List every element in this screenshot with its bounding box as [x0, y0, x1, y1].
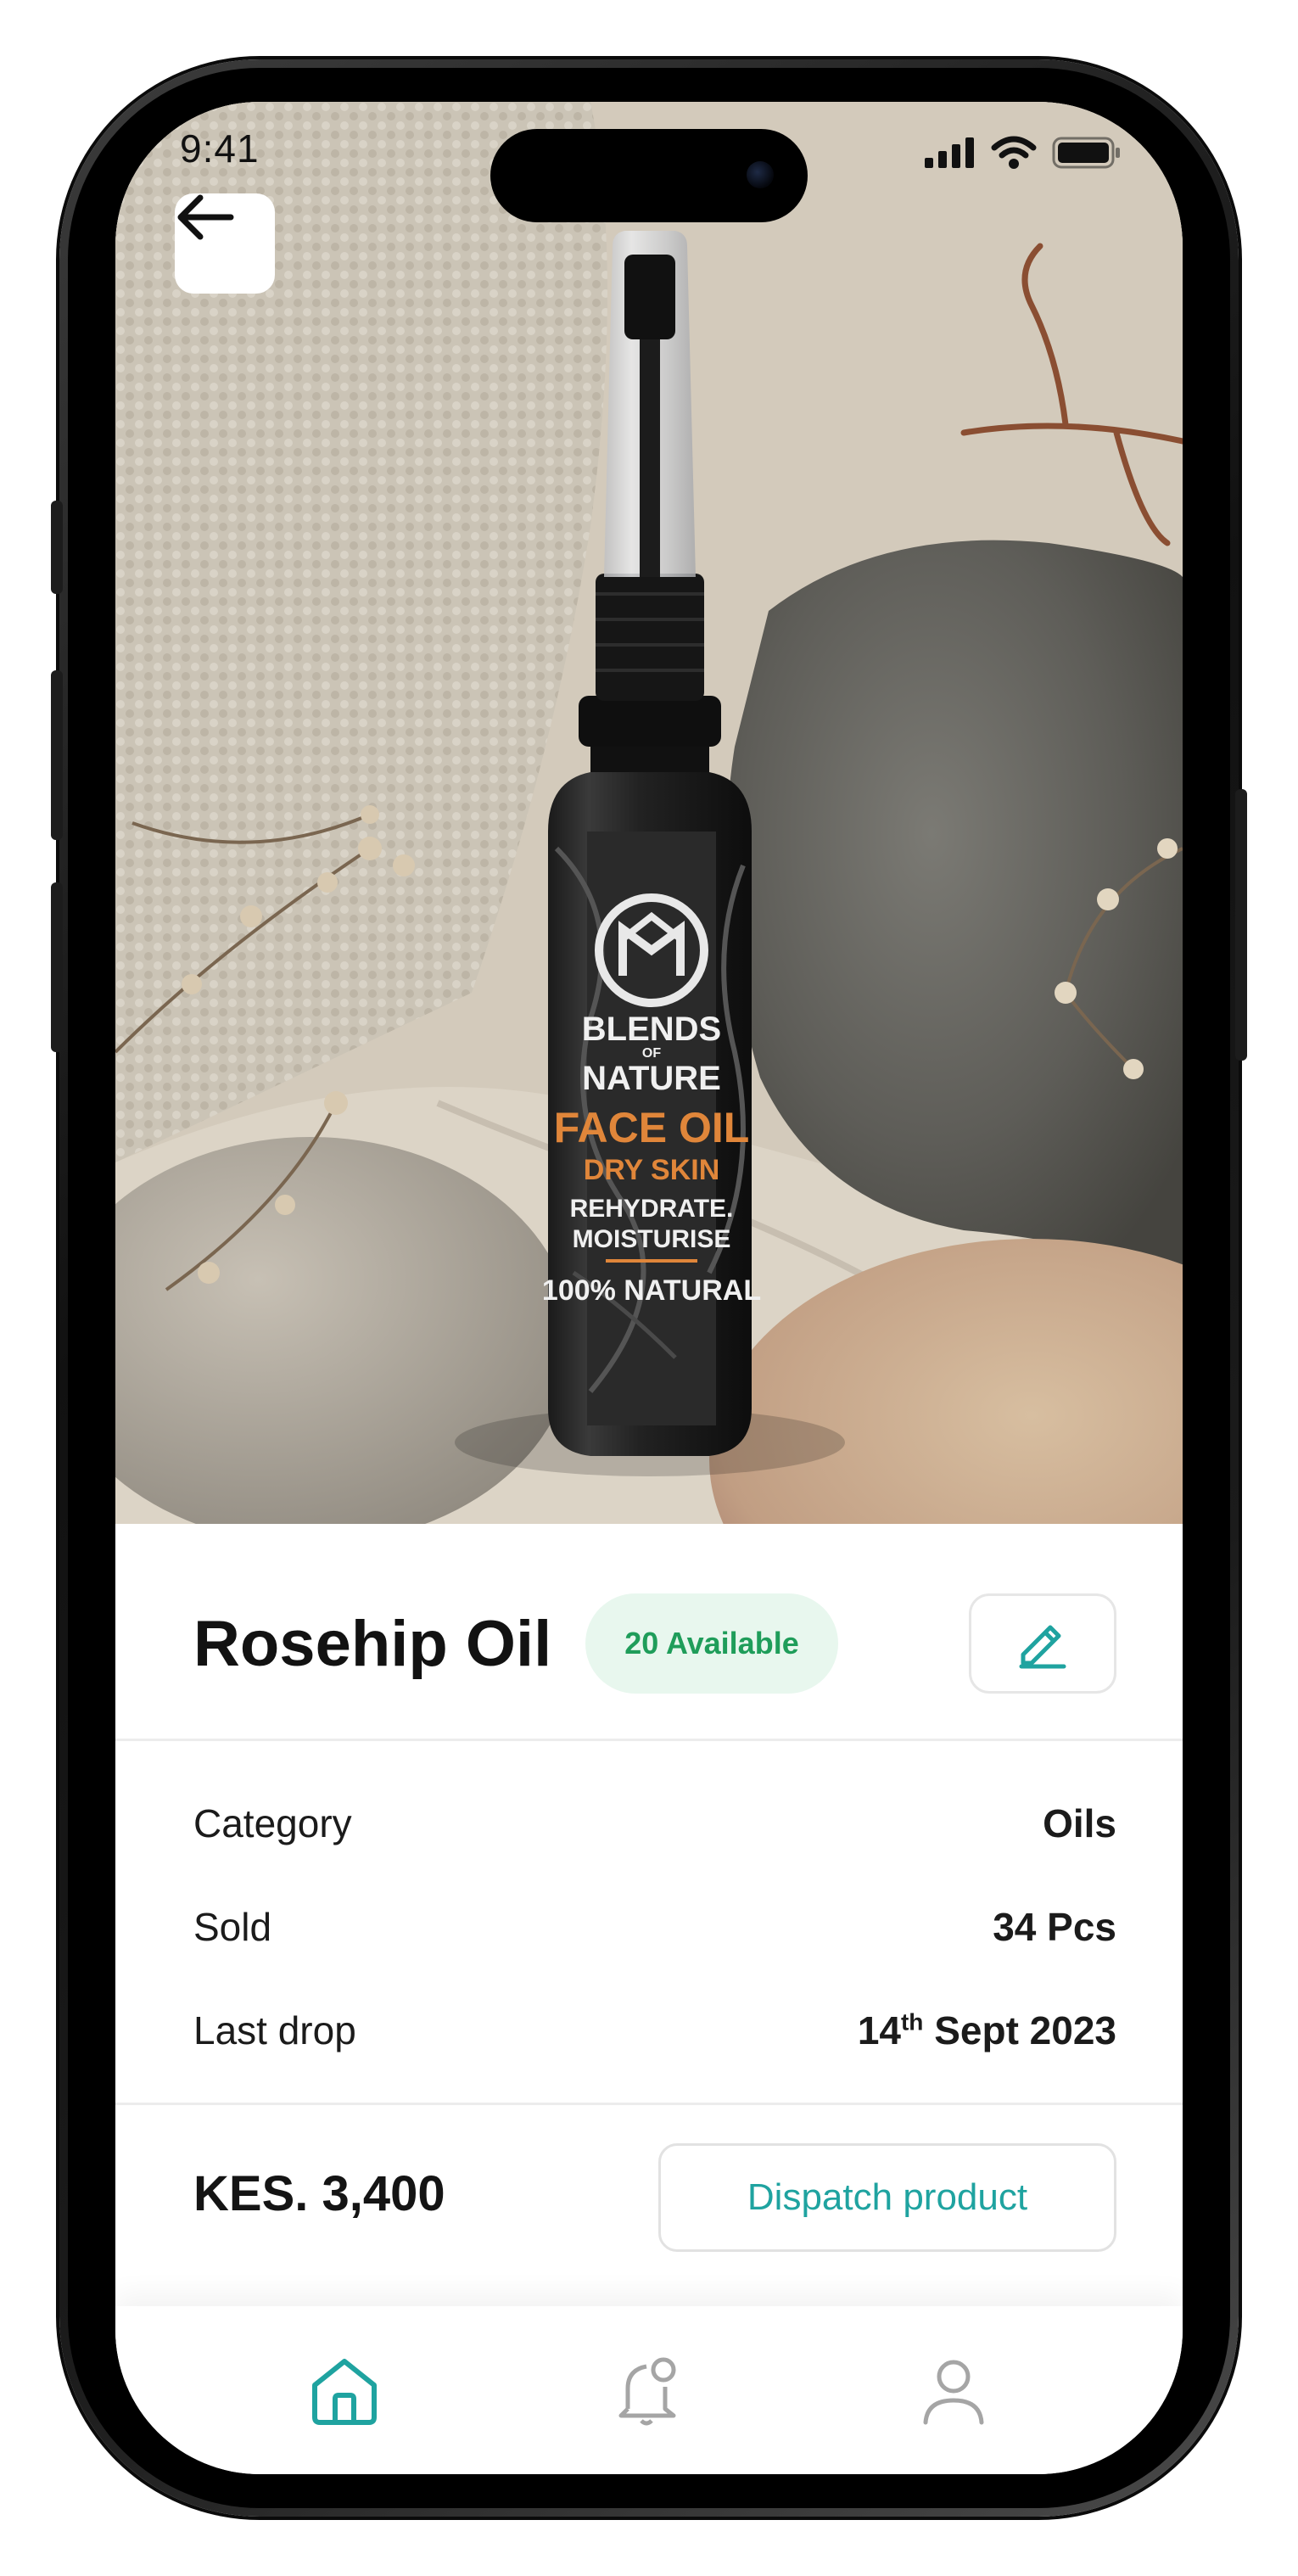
back-button[interactable]: [175, 193, 275, 294]
volume-down-button: [51, 882, 63, 1052]
detail-label: Last drop: [193, 2008, 356, 2052]
detail-row-category: Category Oils: [193, 1775, 1116, 1879]
label-claim: 100% NATURAL: [542, 1274, 761, 1307]
product-hero-image: BLENDS OF NATURE FACE OIL DRY SKIN REHYD…: [115, 102, 1183, 1524]
product-title: Rosehip Oil: [193, 1608, 552, 1680]
label-product-line: FACE OIL: [554, 1104, 750, 1151]
detail-value: 34 Pcs: [993, 1905, 1116, 1949]
last-drop-day-suffix: th: [900, 2008, 924, 2036]
battery-icon: [1052, 137, 1120, 169]
label-brand-bottom: NATURE: [582, 1060, 721, 1097]
detail-value: Oils: [1043, 1801, 1116, 1845]
dispatch-product-button[interactable]: Dispatch product: [658, 2143, 1116, 2252]
nav-profile[interactable]: [903, 2340, 1004, 2442]
wifi-icon: [991, 136, 1037, 169]
nav-notifications[interactable]: [598, 2340, 700, 2442]
detail-label: Category: [193, 1801, 352, 1845]
cellular-signal-icon: [925, 137, 974, 168]
last-drop-month-year: Sept 2023: [923, 2008, 1116, 2052]
silent-switch: [51, 501, 63, 594]
last-drop-day: 14: [857, 2008, 901, 2052]
product-price: KES. 3,400: [193, 2166, 445, 2221]
dynamic-island: [490, 129, 808, 222]
volume-up-button: [51, 670, 63, 840]
home-icon: [312, 2359, 377, 2425]
availability-badge: 20 Available: [585, 1593, 838, 1694]
product-details-list: Category Oils Sold 34 Pcs Last drop 14th…: [193, 1741, 1116, 2086]
detail-row-sold: Sold 34 Pcs: [193, 1879, 1116, 1982]
label-benefit-1: REHYDRATE.: [570, 1195, 734, 1223]
product-header: Rosehip Oil 20 Available: [115, 1524, 1183, 1741]
arrow-left-icon: [177, 194, 234, 240]
label-skin-type: DRY SKIN: [584, 1154, 720, 1186]
detail-label: Sold: [193, 1905, 272, 1949]
label-benefit-2: MOISTURISE: [573, 1225, 731, 1253]
power-button: [1235, 789, 1247, 1061]
status-time: 9:41: [180, 126, 260, 171]
front-camera: [747, 161, 774, 188]
bottom-navigation: [115, 2306, 1183, 2474]
edit-button[interactable]: [969, 1593, 1116, 1694]
notification-bell-icon: [618, 2357, 676, 2426]
label-brand-of: OF: [642, 1046, 661, 1061]
pencil-edit-icon: [1019, 1625, 1066, 1669]
profile-icon: [923, 2360, 984, 2425]
product-photo: BLENDS OF NATURE FACE OIL DRY SKIN REHYD…: [115, 102, 1183, 1524]
status-icons: [925, 136, 1122, 170]
divider: [115, 2103, 1183, 2105]
app-screen: BLENDS OF NATURE FACE OIL DRY SKIN REHYD…: [115, 102, 1183, 2474]
label-brand-top: BLENDS: [582, 1011, 721, 1048]
detail-value: 14th Sept 2023: [858, 2008, 1116, 2053]
detail-row-last-drop: Last drop 14th Sept 2023: [193, 1982, 1116, 2086]
nav-home[interactable]: [294, 2340, 395, 2442]
